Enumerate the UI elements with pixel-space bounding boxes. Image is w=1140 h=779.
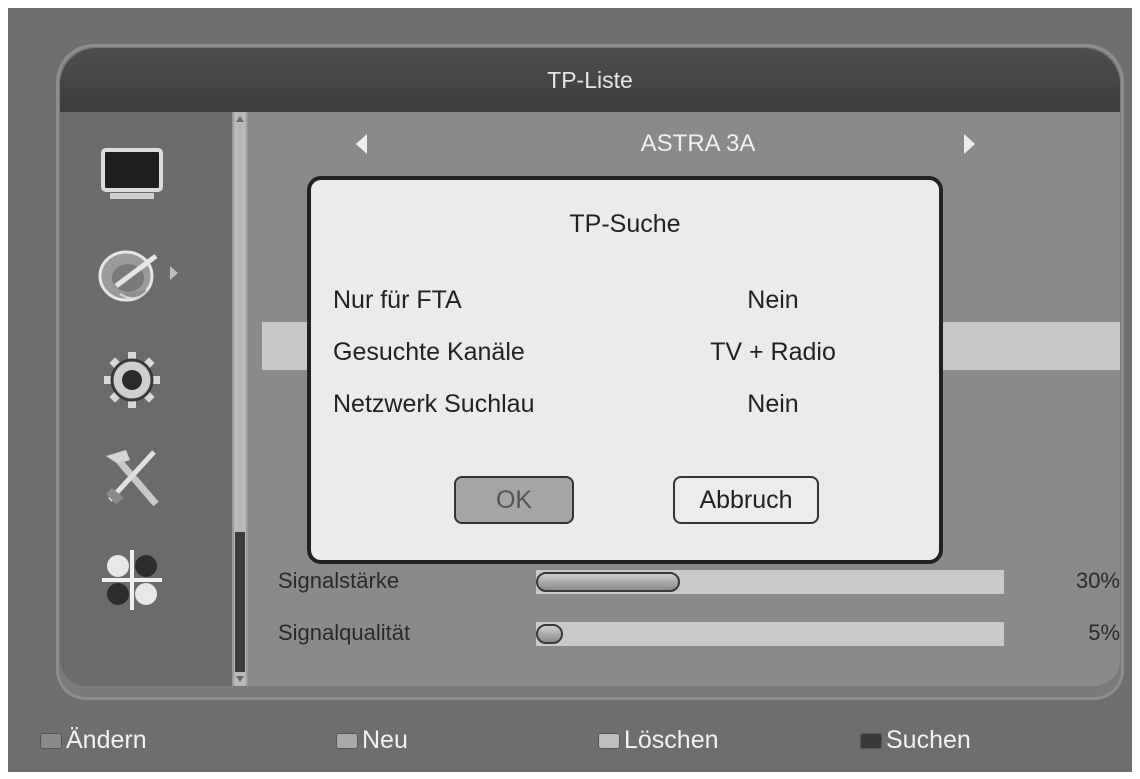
signal-quality-value: 5%: [1088, 620, 1120, 645]
signal-strength-bar: [536, 570, 1004, 594]
window-title: TP-Liste: [60, 48, 1120, 112]
ok-button[interactable]: OK: [454, 476, 574, 524]
option-network-search[interactable]: Netzwerk Suchlau Nein: [333, 390, 913, 430]
footer-edit[interactable]: Ändern: [40, 726, 147, 755]
tv-icon[interactable]: [100, 144, 164, 208]
gear-icon[interactable]: [100, 348, 164, 412]
sidebar: [60, 112, 232, 686]
option-fta-only[interactable]: Nur für FTA Nein: [333, 286, 913, 326]
signal-quality-row: Signalqualität 5%: [278, 618, 1120, 652]
option-label: Netzwerk Suchlau: [333, 390, 535, 418]
signal-quality-label: Signalqualität: [278, 620, 411, 645]
signal-quality-fill: [536, 624, 563, 644]
color-key-icon: [860, 732, 882, 749]
receiver-screen: TP-Liste ASTRA 3A Signalstärke 30% Signa…: [8, 8, 1132, 772]
color-key-icon: [598, 732, 620, 749]
scroll-down-arrow-icon[interactable]: [236, 676, 244, 682]
option-value[interactable]: Nein: [673, 390, 873, 419]
apps-grid-icon[interactable]: [100, 548, 164, 612]
tools-icon[interactable]: [100, 446, 164, 510]
signal-strength-row: Signalstärke 30%: [278, 566, 1120, 600]
tp-search-dialog: TP-Suche Nur für FTA Nein Gesuchte Kanäl…: [307, 176, 943, 564]
signal-strength-fill: [536, 572, 680, 592]
option-value[interactable]: Nein: [673, 286, 873, 315]
footer-search[interactable]: Suchen: [860, 726, 971, 755]
signal-strength-label: Signalstärke: [278, 568, 400, 593]
satellite-dish-icon[interactable]: [96, 242, 182, 306]
footer-delete[interactable]: Löschen: [598, 726, 719, 755]
footer-new[interactable]: Neu: [336, 726, 408, 755]
signal-quality-bar: [536, 622, 1004, 646]
footer-edit-label: Ändern: [66, 726, 147, 754]
arrow-left-icon[interactable]: [356, 134, 367, 154]
color-key-icon: [336, 732, 358, 749]
scroll-thumb[interactable]: [235, 532, 245, 672]
option-label: Gesuchte Kanäle: [333, 338, 525, 366]
arrow-right-icon[interactable]: [964, 134, 975, 154]
footer-delete-label: Löschen: [624, 726, 719, 754]
option-label: Nur für FTA: [333, 286, 462, 314]
footer-new-label: Neu: [362, 726, 408, 754]
satellite-name: ASTRA 3A: [640, 130, 756, 157]
footer-key-legend: Ändern Neu Löschen Suchen: [8, 718, 1132, 772]
option-value[interactable]: TV + Radio: [673, 338, 873, 367]
option-search-channels[interactable]: Gesuchte Kanäle TV + Radio: [333, 338, 913, 378]
satellite-selector[interactable]: ASTRA 3A: [248, 122, 1120, 172]
cancel-button[interactable]: Abbruch: [673, 476, 819, 524]
scrollbar[interactable]: [232, 112, 248, 686]
dialog-title: TP-Suche: [569, 210, 681, 238]
signal-strength-value: 30%: [1075, 568, 1120, 593]
footer-search-label: Suchen: [886, 726, 971, 754]
scroll-up-arrow-icon[interactable]: [236, 116, 244, 122]
color-key-icon: [40, 732, 62, 749]
